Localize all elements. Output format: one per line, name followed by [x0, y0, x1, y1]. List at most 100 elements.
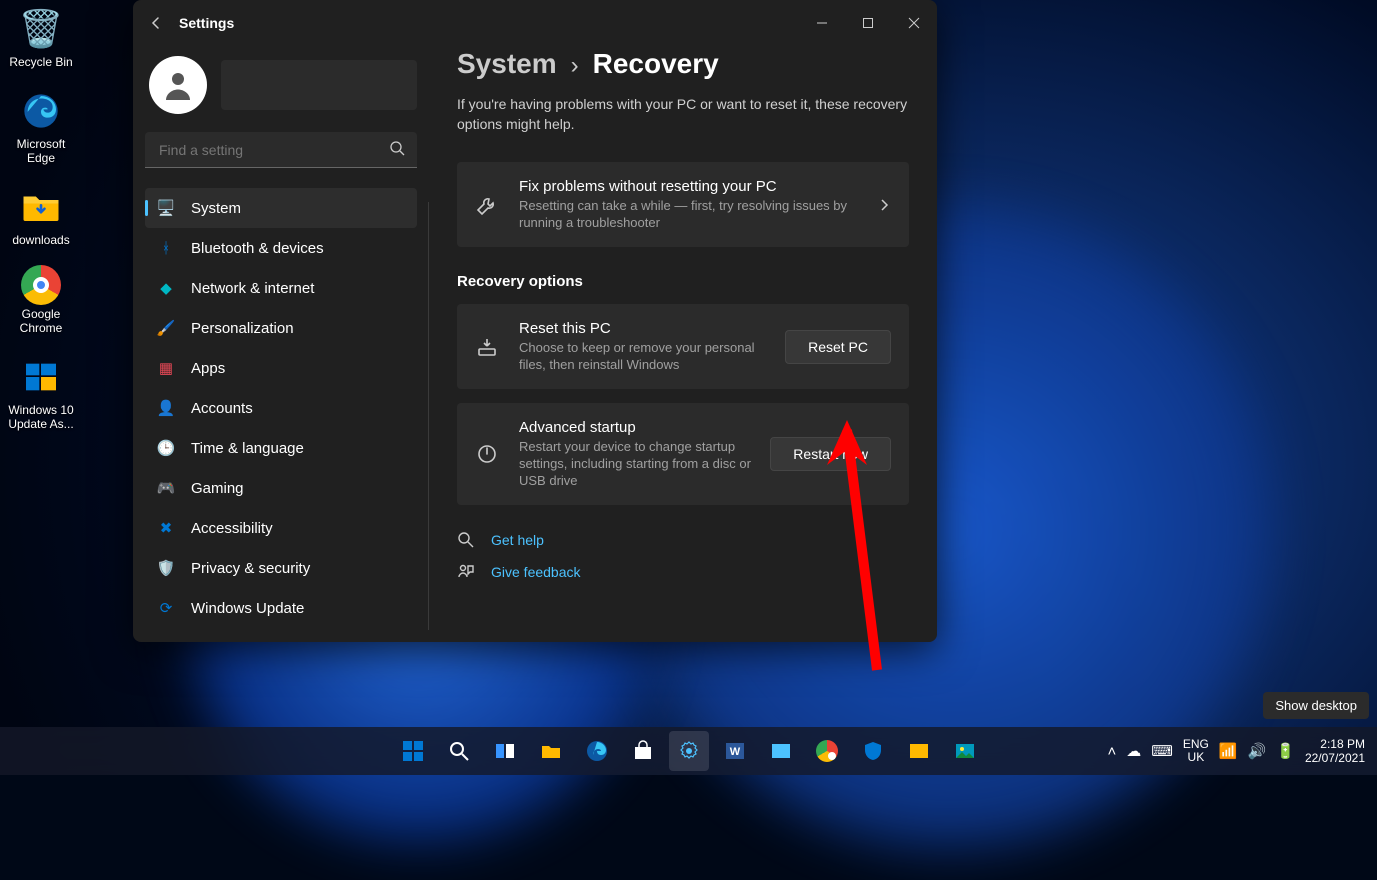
desktop-icons: 🗑️ Recycle Bin Microsoft Edge downloads …: [3, 5, 93, 449]
clock[interactable]: 2:18 PM 22/07/2021: [1305, 737, 1365, 765]
advanced-startup-card: Advanced startup Restart your device to …: [457, 403, 909, 505]
nav-bluetooth[interactable]: ᚼBluetooth & devices: [145, 228, 417, 268]
desktop-icon-w10-update[interactable]: Windows 10 Update As...: [3, 353, 79, 431]
battery-icon[interactable]: 🔋: [1276, 742, 1295, 760]
desktop-icon-recycle-bin[interactable]: 🗑️ Recycle Bin: [3, 5, 79, 69]
feedback-icon: [457, 563, 477, 581]
nav-network[interactable]: ◆Network & internet: [145, 268, 417, 308]
breadcrumb-current: Recovery: [593, 48, 719, 80]
taskbar-app2[interactable]: [899, 731, 939, 771]
get-help-link[interactable]: Get help: [457, 531, 909, 549]
nav: 🖥️System ᚼBluetooth & devices ◆Network &…: [145, 188, 417, 630]
nav-system[interactable]: 🖥️System: [145, 188, 417, 228]
main-content: System › Recovery If you're having probl…: [429, 46, 937, 642]
desktop-icon-label: Microsoft Edge: [3, 137, 79, 165]
wifi-icon[interactable]: 📶: [1219, 742, 1238, 760]
wifi-icon: ◆: [157, 279, 175, 297]
reset-icon: [475, 335, 501, 359]
shield-icon: 🛡️: [157, 559, 175, 577]
taskbar-edge[interactable]: [577, 731, 617, 771]
give-feedback-link[interactable]: Give feedback: [457, 563, 909, 581]
close-button[interactable]: [891, 5, 937, 41]
restart-now-button[interactable]: Restart now: [770, 437, 891, 471]
breadcrumb: System › Recovery: [457, 48, 909, 80]
back-button[interactable]: [133, 0, 179, 46]
taskbar: W ˄ ☁ ⌨ ENG UK 📶 🔊 🔋 2:18 PM 22/07/2021: [0, 727, 1377, 775]
search-box[interactable]: [145, 132, 417, 168]
titlebar: Settings: [133, 0, 937, 46]
desktop-icon-label: Recycle Bin: [9, 55, 72, 69]
card-title: Fix problems without resetting your PC: [519, 178, 859, 195]
language-indicator[interactable]: ENG UK: [1183, 738, 1209, 764]
volume-icon[interactable]: 🔊: [1248, 742, 1267, 760]
brush-icon: 🖌️: [157, 319, 175, 337]
taskbar-word[interactable]: W: [715, 731, 755, 771]
chevron-right-icon: ›: [571, 52, 579, 80]
keyboard-icon[interactable]: ⌨: [1151, 742, 1173, 760]
breadcrumb-parent[interactable]: System: [457, 48, 557, 80]
card-subtitle: Restart your device to change startup se…: [519, 438, 752, 489]
chrome-icon: [21, 265, 61, 305]
taskbar-center: W: [393, 731, 985, 771]
onedrive-icon[interactable]: ☁: [1126, 742, 1141, 760]
taskbar-app1[interactable]: [761, 731, 801, 771]
nav-apps[interactable]: ▦Apps: [145, 348, 417, 388]
reset-pc-card: Reset this PC Choose to keep or remove y…: [457, 304, 909, 389]
folder-icon: [17, 183, 65, 231]
nav-personalization[interactable]: 🖌️Personalization: [145, 308, 417, 348]
gaming-icon: 🎮: [157, 479, 175, 497]
nav-privacy[interactable]: 🛡️Privacy & security: [145, 548, 417, 588]
taskbar-taskview[interactable]: [485, 731, 525, 771]
card-title: Advanced startup: [519, 419, 752, 436]
update-icon: ⟳: [157, 599, 175, 617]
nav-accounts[interactable]: 👤Accounts: [145, 388, 417, 428]
desktop-icon-edge[interactable]: Microsoft Edge: [3, 87, 79, 165]
tray-chevron-icon[interactable]: ˄: [1107, 743, 1116, 760]
nav-gaming[interactable]: 🎮Gaming: [145, 468, 417, 508]
card-subtitle: Choose to keep or remove your personal f…: [519, 339, 767, 373]
globe-icon: 🕒: [157, 439, 175, 457]
minimize-button[interactable]: [799, 5, 845, 41]
desktop-icon-label: Google Chrome: [3, 307, 79, 335]
desktop-icon-chrome[interactable]: Google Chrome: [3, 265, 79, 335]
wrench-icon: [475, 193, 501, 217]
profile-block[interactable]: [149, 56, 417, 114]
taskbar-settings[interactable]: [669, 731, 709, 771]
system-tray: ˄ ☁ ⌨ ENG UK 📶 🔊 🔋 2:18 PM 22/07/2021: [1107, 737, 1377, 765]
svg-text:W: W: [729, 746, 740, 758]
recovery-options-header: Recovery options: [457, 273, 909, 290]
edge-icon: [17, 87, 65, 135]
nav-update[interactable]: ⟳Windows Update: [145, 588, 417, 628]
windows-update-icon: [17, 353, 65, 401]
reset-pc-button[interactable]: Reset PC: [785, 330, 891, 364]
taskbar-security[interactable]: [853, 731, 893, 771]
bluetooth-icon: ᚼ: [157, 239, 175, 257]
nav-time-language[interactable]: 🕒Time & language: [145, 428, 417, 468]
fix-problems-card[interactable]: Fix problems without resetting your PC R…: [457, 162, 909, 247]
search-input[interactable]: [145, 132, 417, 168]
accounts-icon: 👤: [157, 399, 175, 417]
sidebar: 🖥️System ᚼBluetooth & devices ◆Network &…: [133, 46, 429, 642]
taskbar-store[interactable]: [623, 731, 663, 771]
nav-accessibility[interactable]: ✖Accessibility: [145, 508, 417, 548]
settings-window: Settings 🖥️System ᚼBluetooth & devices: [133, 0, 937, 642]
profile-info: [221, 60, 417, 110]
system-icon: 🖥️: [157, 199, 175, 217]
page-description: If you're having problems with your PC o…: [457, 94, 909, 134]
start-button[interactable]: [393, 731, 433, 771]
taskbar-search[interactable]: [439, 731, 479, 771]
desktop-icon-label: downloads: [12, 233, 69, 247]
desktop-icon-downloads[interactable]: downloads: [3, 183, 79, 247]
help-icon: [457, 531, 477, 549]
taskbar-photos[interactable]: [945, 731, 985, 771]
apps-icon: ▦: [157, 359, 175, 377]
chevron-right-icon: [877, 198, 891, 212]
window-title: Settings: [179, 15, 234, 31]
power-icon: [475, 442, 501, 466]
avatar-icon: [149, 56, 207, 114]
taskbar-chrome[interactable]: [807, 731, 847, 771]
recycle-bin-icon: 🗑️: [17, 5, 65, 53]
taskbar-explorer[interactable]: [531, 731, 571, 771]
desktop-icon-label: Windows 10 Update As...: [3, 403, 79, 431]
maximize-button[interactable]: [845, 5, 891, 41]
